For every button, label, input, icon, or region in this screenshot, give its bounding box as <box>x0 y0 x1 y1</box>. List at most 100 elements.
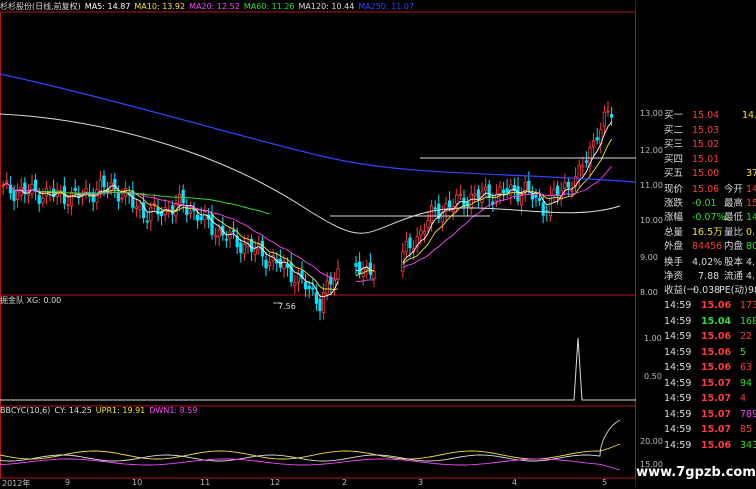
candle-down <box>368 262 373 275</box>
candle-down <box>311 287 315 290</box>
bbcyc-dwn: DWN1: 8.59 <box>149 406 198 415</box>
stat-label: 流通 <box>724 271 744 282</box>
candle-down <box>231 229 236 233</box>
candle-up <box>520 194 524 206</box>
candle-down <box>433 207 437 210</box>
candle-down <box>487 184 491 199</box>
candle-up <box>422 231 427 235</box>
candle-up <box>325 280 329 295</box>
bid-volume: 14.8 <box>742 110 756 121</box>
candle-down <box>37 194 41 204</box>
candle-up <box>372 270 376 279</box>
stat-label: 现价 <box>664 184 684 195</box>
tick-time: 14:59 <box>664 300 692 311</box>
candle-up <box>577 164 581 179</box>
tick-time: 14:59 <box>664 393 692 404</box>
candle-up <box>15 191 20 201</box>
date-tick: 10 <box>132 478 143 487</box>
candle-down <box>595 137 599 141</box>
ma120-line <box>0 113 621 234</box>
price-panel-frame <box>0 11 636 296</box>
candle-down <box>224 238 228 241</box>
candle-up <box>419 229 423 236</box>
stat-label: 外盘 <box>664 241 684 252</box>
xg-signal-line <box>0 337 636 401</box>
tick-volume: 85 <box>740 424 753 435</box>
stat-value: 7.88 <box>698 271 720 282</box>
stat-label: 量比 <box>724 227 744 238</box>
candle-up <box>177 193 182 206</box>
candle-up <box>321 291 326 314</box>
candle-up <box>134 206 138 209</box>
tick-volume: 63 <box>740 362 753 373</box>
legend-ma120: MA120: 10.44 <box>298 2 355 11</box>
candle-up <box>563 182 567 189</box>
candle-down <box>516 186 520 202</box>
candle-up <box>149 206 153 222</box>
stat-value: 16.5万 <box>692 227 723 238</box>
candle-up <box>296 273 301 283</box>
price-tick: 11.00 <box>640 181 663 190</box>
candle-up <box>138 206 142 210</box>
candle-down <box>289 262 293 283</box>
candle-up <box>253 248 257 255</box>
stat-label: 总量 <box>664 227 684 238</box>
candle-down <box>102 175 106 188</box>
tick-time: 14:59 <box>664 408 692 420</box>
candle-down <box>170 205 174 215</box>
candle-down <box>408 237 412 249</box>
bid-price: 15.01 <box>692 154 720 165</box>
candle-up <box>570 189 574 192</box>
bid-label: 买四 <box>664 154 684 165</box>
tick-price: 15.06 <box>701 300 732 311</box>
candle-down <box>556 185 560 196</box>
candle-down <box>584 160 589 163</box>
candle-down <box>566 181 571 188</box>
candle-down <box>116 192 120 202</box>
tick-volume: 22 <box>740 331 753 342</box>
stat-label: 股本 <box>724 257 744 268</box>
candle-down <box>610 113 614 118</box>
tick-time: 14:59 <box>664 331 692 342</box>
watermark: www.7gpzb.com <box>636 465 756 480</box>
candle-up <box>242 243 246 254</box>
candle-down <box>73 187 77 191</box>
date-tick: 4 <box>512 478 518 487</box>
cyc-tick: 20.00 <box>640 437 663 446</box>
candle-up <box>213 235 218 238</box>
candle-down <box>239 242 243 254</box>
stat-value: 4.02% <box>692 257 723 268</box>
candle-up <box>429 205 434 223</box>
stat-label: PE(动) <box>719 285 748 296</box>
candle-up <box>1 184 5 187</box>
candle-down <box>210 214 214 236</box>
candle-up <box>5 180 9 183</box>
main-legend: 杉杉股份(日线,前复权) MA5: 14.87 MA10: 13.92 MA20: 1… <box>0 1 418 12</box>
stat-label: 最低 <box>724 212 744 223</box>
candle-up <box>473 193 477 196</box>
candle-up <box>458 194 463 197</box>
candle-down <box>199 216 203 221</box>
candle-up <box>30 183 34 195</box>
stat-label: 收益(一 <box>664 285 697 296</box>
bid-label: 买五 <box>664 168 684 179</box>
bbcyc-upr: UPR1: 19.91 <box>95 406 146 415</box>
stat-value: 4.11 <box>746 271 756 282</box>
xg-panel-frame <box>0 294 636 407</box>
candle-down <box>538 198 542 201</box>
stat-value: -0.01 <box>692 198 717 209</box>
candle-down <box>181 189 185 204</box>
bbcyc-cy: CY: 14.25 <box>54 406 92 415</box>
stat-value: -0.07% <box>692 212 726 223</box>
bid-volume: 37 <box>746 168 756 179</box>
stat-label: 今开 <box>724 184 744 195</box>
bid-label: 买二 <box>664 125 684 136</box>
candle-up <box>336 268 340 280</box>
stat-label: 净资 <box>664 271 684 282</box>
date-tick: 9 <box>65 478 71 487</box>
candle-up <box>41 197 45 204</box>
tick-price: 15.06 <box>701 439 732 451</box>
date-tick: 2 <box>342 478 348 487</box>
candle-down <box>314 292 319 304</box>
candle-up <box>455 194 459 204</box>
